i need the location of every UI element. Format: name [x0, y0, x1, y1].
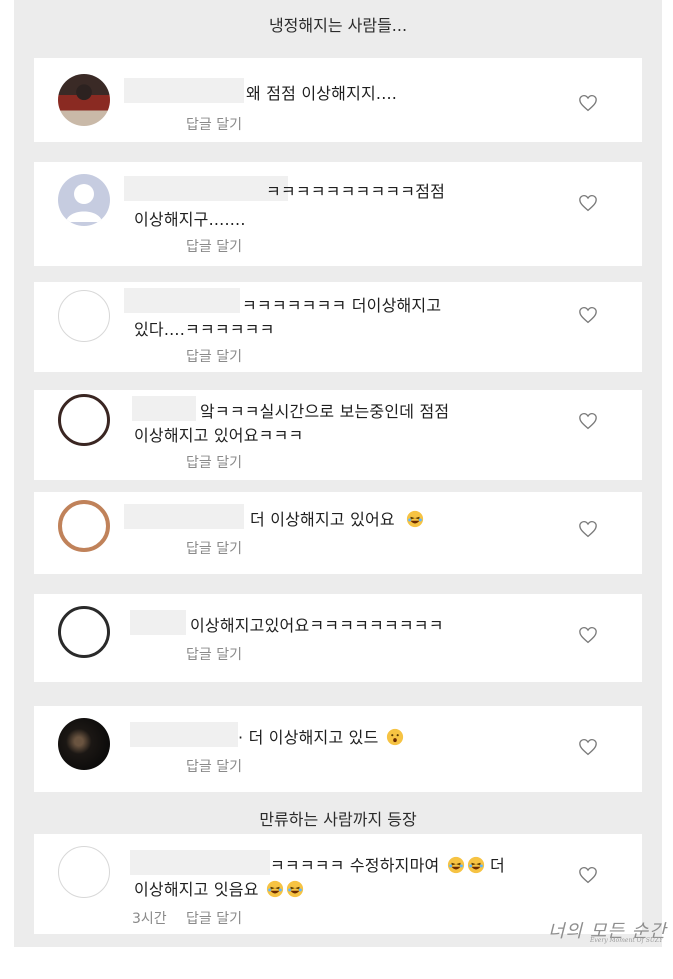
- redacted-username: [132, 396, 196, 421]
- comment-text: · 더 이상해지고 있드: [238, 724, 404, 748]
- laughing-emoji-icon: [266, 880, 284, 898]
- avatar[interactable]: [58, 394, 110, 446]
- comment-text-line2: 이상해지고 잇음요: [134, 876, 304, 900]
- comment-text-body: · 더 이상해지고 있드: [238, 728, 379, 747]
- comment-card: ㅋㅋㅋㅋㅋㅋㅋ 더이상해지고 있다....ㅋㅋㅋㅋㅋㅋ 답글 달기: [34, 282, 642, 372]
- redacted-username: [124, 288, 240, 313]
- comment-text: 이상해지고있어요ㅋㅋㅋㅋㅋㅋㅋㅋㅋ: [190, 616, 444, 635]
- reply-link[interactable]: 답글 달기: [186, 538, 242, 558]
- heart-outline-icon[interactable]: [578, 520, 598, 538]
- comment-text-body: ㅋㅋㅋㅋㅋ 수정하지마여: [270, 856, 440, 875]
- avatar[interactable]: [58, 500, 110, 552]
- laughing-emoji-icon: [286, 880, 304, 898]
- comment-feed-panel: 냉정해지는 사람들... 왜 점점 이상해지지.... 답글 달기 ㅋㅋㅋㅋㅋㅋ…: [14, 0, 662, 947]
- reply-link[interactable]: 답글 달기: [186, 756, 242, 776]
- redacted-username: [130, 850, 270, 875]
- comment-text-tail: 더: [490, 856, 505, 875]
- avatar[interactable]: [58, 718, 110, 770]
- reply-link[interactable]: 답글 달기: [186, 908, 242, 928]
- comment-text-line2: 이상해지고 있어요ㅋㅋㅋ: [134, 426, 304, 445]
- comment-text-line2: 있다....ㅋㅋㅋㅋㅋㅋ: [134, 320, 275, 339]
- heart-outline-icon[interactable]: [578, 626, 598, 644]
- reply-link[interactable]: 답글 달기: [186, 114, 242, 134]
- avatar[interactable]: [58, 290, 110, 342]
- heart-outline-icon[interactable]: [578, 412, 598, 430]
- laughing-emoji-icon: [447, 856, 464, 874]
- laughing-emoji-icon: [467, 856, 484, 874]
- heart-outline-icon[interactable]: [578, 194, 598, 212]
- redacted-username: [124, 78, 244, 103]
- comment-text-body: 더 이상해지고 있어요: [250, 510, 395, 529]
- comment-card: ㅋㅋㅋㅋㅋㅋㅋㅋㅋㅋ점점 이상해지구....... 답글 달기: [34, 162, 642, 266]
- heart-outline-icon[interactable]: [578, 738, 598, 756]
- reply-link[interactable]: 답글 달기: [186, 644, 242, 664]
- avatar[interactable]: [58, 846, 110, 898]
- header-caption: 냉정해지는 사람들...: [268, 16, 408, 35]
- redacted-username: [130, 722, 238, 747]
- comment-card: 이상해지고있어요ㅋㅋㅋㅋㅋㅋㅋㅋㅋ 답글 달기: [34, 594, 642, 682]
- comment-card: 더 이상해지고 있어요 답글 달기: [34, 492, 642, 574]
- comment-card: · 더 이상해지고 있드 답글 달기: [34, 706, 642, 792]
- surprised-emoji-icon: [386, 728, 403, 746]
- heart-outline-icon[interactable]: [578, 866, 598, 884]
- comment-text: 앜ㅋㅋㅋ실시간으로 보는중인데 점점: [200, 402, 450, 421]
- comment-card: 앜ㅋㅋㅋ실시간으로 보는중인데 점점 이상해지고 있어요ㅋㅋㅋ 답글 달기: [34, 390, 642, 480]
- reply-link[interactable]: 답글 달기: [186, 452, 242, 472]
- comment-text: 더 이상해지고 있어요: [250, 506, 424, 530]
- comment-text-body: 이상해지고 잇음요: [134, 880, 259, 899]
- redacted-username: [124, 504, 244, 529]
- comment-text: ㅋㅋㅋㅋㅋ 수정하지마여 더: [270, 852, 505, 876]
- reply-link[interactable]: 답글 달기: [186, 346, 242, 366]
- heart-outline-icon[interactable]: [578, 94, 598, 112]
- comment-timestamp: 3시간: [132, 911, 167, 927]
- default-user-icon: [66, 184, 102, 222]
- section-caption: 만류하는 사람까지 등장: [259, 810, 417, 829]
- comment-text-line2: 이상해지구.......: [134, 210, 246, 229]
- laughing-emoji-icon: [407, 510, 424, 528]
- comment-text: 왜 점점 이상해지지....: [246, 84, 398, 103]
- comment-text: ㅋㅋㅋㅋㅋㅋㅋㅋㅋㅋ점점: [266, 182, 446, 201]
- watermark-subtitle: Every Moment Of SUZY: [590, 937, 664, 944]
- avatar[interactable]: [58, 606, 110, 658]
- reply-link[interactable]: 답글 달기: [186, 236, 242, 256]
- heart-outline-icon[interactable]: [578, 306, 598, 324]
- comment-text: ㅋㅋㅋㅋㅋㅋㅋ 더이상해지고: [242, 296, 442, 315]
- avatar[interactable]: [58, 174, 110, 226]
- avatar[interactable]: [58, 74, 110, 126]
- redacted-username: [124, 176, 288, 201]
- redacted-username: [130, 610, 186, 635]
- comment-card: 왜 점점 이상해지지.... 답글 달기: [34, 58, 642, 142]
